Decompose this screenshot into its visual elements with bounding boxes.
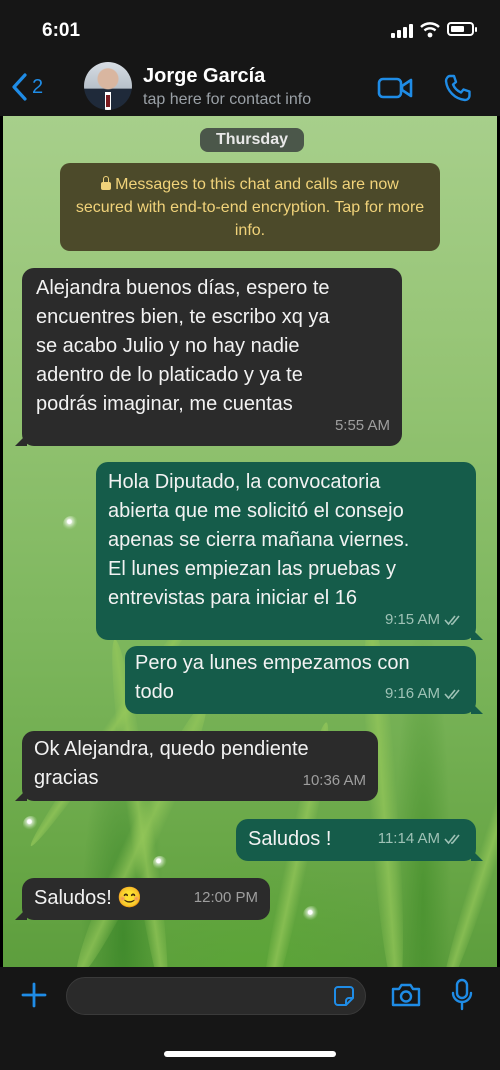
contact-avatar[interactable] [84,62,132,110]
message-time: 12:00 PM [193,889,258,906]
sticker-icon[interactable] [333,985,355,1007]
message-time: 9:16 AM [384,685,440,702]
message-time: 5:55 AM [334,417,390,434]
message-bubble-incoming[interactable]: Alejandra buenos días, espero te encuent… [15,268,402,446]
encryption-notice-text: Messages to this chat and calls are now … [75,176,425,239]
microphone-icon[interactable] [450,978,474,1012]
date-separator: Thursday [200,128,304,152]
message-time: 11:14 AM [377,830,440,847]
encryption-notice[interactable]: Messages to this chat and calls are now … [60,163,440,251]
composer-bar [0,967,500,1070]
contact-info-hint[interactable]: tap here for contact info [143,91,311,109]
back-chevron-icon [12,73,27,101]
message-input[interactable] [66,977,366,1015]
plus-icon[interactable] [20,981,48,1009]
message-bubble-incoming[interactable]: Ok Alejandra, quedo pendiente gracias 10… [15,731,378,801]
phone-icon[interactable] [443,73,473,103]
message-text: Alejandra buenos días, espero te encuent… [36,277,330,415]
battery-icon [447,22,477,36]
back-button[interactable]: 2 [10,72,43,102]
double-check-icon [444,688,460,699]
message-bubble-outgoing[interactable]: Pero ya lunes empezamos con todo 9:16 AM [125,646,483,714]
message-text: Hola Diputado, la convocatoria abierta q… [108,471,410,609]
message-bubble-outgoing[interactable]: Saludos ! 11:14 AM [236,819,483,861]
double-check-icon [444,833,460,844]
lock-icon [101,176,112,190]
double-check-icon [444,614,460,625]
unread-count: 2 [32,75,44,98]
message-time: 10:36 AM [302,772,366,789]
status-time: 6:01 [42,20,81,41]
signal-icon [391,24,413,38]
wifi-icon [420,22,440,38]
message-time: 9:15 AM [384,611,440,628]
camera-icon[interactable] [390,982,422,1008]
chat-header: 2 Jorge García tap here for contact info [0,60,500,116]
home-indicator[interactable] [164,1051,336,1057]
message-bubble-incoming[interactable]: Saludos! 😊 12:00 PM [15,878,270,920]
contact-name[interactable]: Jorge García [143,65,265,88]
video-call-icon[interactable] [377,76,413,100]
chat-area[interactable]: Thursday Messages to this chat and calls… [3,116,497,967]
status-bar: 6:01 [0,0,500,60]
message-bubble-outgoing[interactable]: Hola Diputado, la convocatoria abierta q… [96,462,483,640]
